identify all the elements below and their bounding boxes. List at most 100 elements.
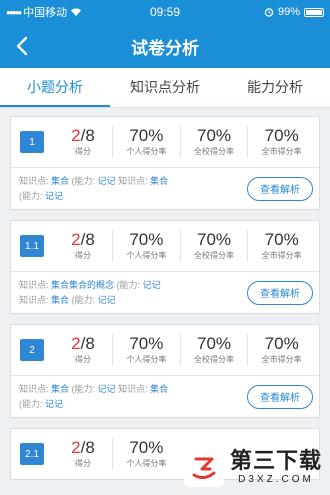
ability-label: (能力: [19,398,43,409]
question-list: 1 2/8 得分 70% 个人得分率 70% 全校得分率 70% 全市得分率 知… [0,108,330,480]
personal-rate-value: 70% [129,334,164,353]
kp-link[interactable]: 集合 [51,384,69,394]
city-rate: 70% 全市得分率 [247,230,315,262]
score-label: 得分 [75,459,91,468]
view-analysis-button[interactable]: 查看解析 [247,384,313,409]
ability-label: (能力: [71,294,96,305]
score-label: 得分 [75,251,91,260]
city-rate-label: 全市得分率 [261,147,302,156]
school-rate-value: 70% [196,230,232,249]
score-label: 得分 [75,147,91,156]
score-total: /8 [80,126,95,145]
city-rate-label: 全市得分率 [261,355,302,364]
signal-icon: ●●●●● [6,7,22,17]
kp-label: 知识点: [19,175,49,186]
ability-label: (能力: [71,383,96,394]
view-analysis-button[interactable]: 查看解析 [247,280,313,305]
ability-label: (能力: [116,279,141,290]
school-rate-label: 全校得分率 [194,147,234,156]
city-rate-value: 70% [264,230,299,249]
tab-question-analysis[interactable]: 小题分析 [0,68,110,107]
score-block: 2/8 得分 [54,126,112,158]
kp-label: 知识点: [19,383,49,394]
clock: 09:59 [149,5,181,19]
view-analysis-button[interactable]: 查看解析 [247,176,313,201]
back-button[interactable] [6,30,38,62]
watermark: 第三下载 D3XZ.COM [183,447,322,487]
school-rate-value: 70% [196,126,232,145]
ability-link[interactable]: 记记 [98,384,116,394]
nav-bar: 试卷分析 [0,24,330,68]
battery-icon [304,7,324,17]
back-arrow-icon [16,36,28,56]
kp-link[interactable]: 集合 [150,384,168,394]
score-block: 2/8 得分 [54,438,112,470]
carrier-label: 中国移动 [23,7,68,19]
alarm-icon [264,8,274,17]
knowledge-points: 知识点: 集合 (能力: 记记 知识点: 集合 (能力: 记记 [19,382,247,412]
wifi-icon [71,8,82,16]
question-number-badge: 1 [20,131,44,153]
city-rate: 70% 全市得分率 [247,126,315,158]
kp-link[interactable]: 集合 [51,176,69,186]
ability-link[interactable]: 记记 [98,176,116,186]
status-bar: ●●●●● 中国移动 09:59 99% [0,0,330,24]
school-rate-value: 70% [196,334,232,353]
watermark-logo-icon [183,447,224,487]
personal-rate-label: 个人得分率 [126,251,167,260]
city-rate: 70% 全市得分率 [247,334,315,366]
ability-link[interactable]: 记记 [143,280,161,290]
score-got: 2 [71,230,81,249]
question-number-badge: 1.1 [20,235,44,257]
battery-percent: 99% [277,6,300,18]
school-rate: 70% 全校得分率 [179,334,248,366]
score-got: 2 [71,334,81,353]
tab-knowledge-analysis[interactable]: 知识点分析 [110,68,220,107]
personal-rate: 70% 个人得分率 [112,126,180,158]
score-block: 2/8 得分 [54,334,112,366]
kp-link[interactable]: 集合集合的概念 [51,280,114,290]
question-number-badge: 2 [20,339,44,361]
ability-link[interactable]: 记记 [98,295,116,305]
school-rate-label: 全校得分率 [194,251,234,260]
ability-label: (能力: [19,190,43,201]
city-rate-label: 全市得分率 [261,251,302,260]
personal-rate: 70% 个人得分率 [112,438,180,470]
question-card: 1.1 2/8 得分 70% 个人得分率 70% 全校得分率 70% 全市得分率… [10,220,320,314]
ability-link[interactable]: 记记 [45,399,63,409]
school-rate: 70% 全校得分率 [179,126,248,158]
tab-ability-analysis[interactable]: 能力分析 [220,68,330,107]
city-rate-value: 70% [264,126,299,145]
ability-label: (能力: [71,175,96,186]
personal-rate: 70% 个人得分率 [112,334,180,366]
ability-link[interactable]: 记记 [45,191,63,201]
personal-rate-label: 个人得分率 [126,459,167,468]
kp-label: 知识点: [19,294,49,305]
kp-label: 知识点: [118,383,148,394]
city-rate-value: 70% [264,334,299,353]
score-total: /8 [80,334,95,353]
score-total: /8 [80,230,95,249]
question-card: 1 2/8 得分 70% 个人得分率 70% 全校得分率 70% 全市得分率 知… [10,116,320,210]
kp-link[interactable]: 集合 [150,176,168,186]
kp-label: 知识点: [19,279,49,290]
personal-rate: 70% 个人得分率 [112,230,180,262]
personal-rate-label: 个人得分率 [126,147,167,156]
score-block: 2/8 得分 [54,230,112,262]
kp-label: 知识点: [118,175,148,186]
kp-link[interactable]: 集合 [51,295,69,305]
score-got: 2 [71,438,81,457]
question-card: 2 2/8 得分 70% 个人得分率 70% 全校得分率 70% 全市得分率 知… [10,324,320,418]
knowledge-points: 知识点: 集合集合的概念 (能力: 记记 知识点: 集合 (能力: 记记 [19,278,247,308]
watermark-subtext: D3XZ.COM [238,474,314,485]
personal-rate-value: 70% [129,230,164,249]
school-rate: 70% 全校得分率 [179,230,248,262]
personal-rate-value: 70% [129,126,164,145]
page-title: 试卷分析 [131,38,199,58]
score-got: 2 [71,126,81,145]
score-total: /8 [80,438,95,457]
tab-bar: 小题分析 知识点分析 能力分析 [0,68,330,108]
personal-rate-value: 70% [129,438,164,457]
school-rate-label: 全校得分率 [194,355,234,364]
watermark-text: 第三下载 [229,448,322,473]
